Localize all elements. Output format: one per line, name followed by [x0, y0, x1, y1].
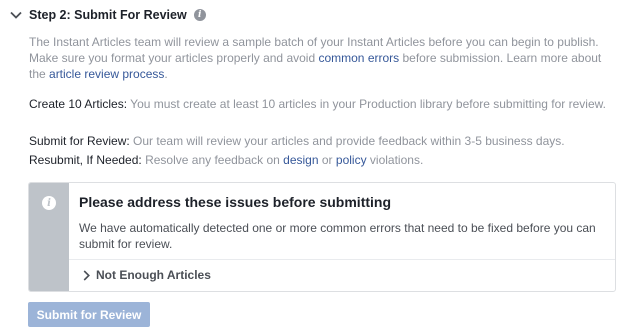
issues-alert: i Please address these issues before sub… [28, 182, 616, 292]
issue-label: Not Enough Articles [96, 268, 211, 282]
issue-not-enough-articles[interactable]: Not Enough Articles [81, 268, 211, 282]
divider [69, 259, 615, 260]
chevron-right-icon [81, 268, 91, 282]
submit-for-review-step: Step 2: Submit For Review i The Instant … [0, 0, 626, 336]
alert-title: Please address these issues before submi… [79, 194, 392, 210]
info-icon[interactable]: i [193, 9, 206, 21]
requirement-description-3: violations. [366, 153, 424, 167]
common-errors-link[interactable]: common errors [318, 51, 399, 65]
intro-paragraph: The Instant Articles team will review a … [29, 34, 619, 82]
alert-text: We have automatically detected one or mo… [79, 221, 596, 251]
submit-for-review-button[interactable]: Submit for Review [28, 302, 150, 327]
requirement-description-1: Resolve any feedback on [145, 153, 284, 167]
step-header[interactable]: Step 2: Submit For Review i [8, 4, 206, 26]
intro-text-3: . [164, 67, 168, 81]
requirement-term: Submit for Review: [29, 134, 130, 148]
requirement-resubmit: Resubmit, If Needed: Resolve any feedbac… [29, 152, 614, 168]
requirement-term: Resubmit, If Needed: [29, 153, 142, 167]
requirement-create-articles: Create 10 Articles: You must create at l… [29, 96, 614, 112]
alert-rail: i [29, 183, 69, 291]
step-title: Step 2: Submit For Review [29, 8, 187, 22]
chevron-down-icon[interactable] [8, 7, 24, 23]
requirement-description-2: or [318, 153, 336, 167]
article-review-process-link[interactable]: article review process [49, 67, 164, 81]
alert-body: Please address these issues before submi… [69, 183, 615, 291]
policy-link[interactable]: policy [336, 153, 367, 167]
requirement-description: Our team will review your articles and p… [133, 134, 565, 148]
info-icon: i [42, 196, 56, 210]
requirement-submit-review: Submit for Review: Our team will review … [29, 133, 614, 149]
requirement-description: You must create at least 10 articles in … [130, 97, 606, 111]
design-link[interactable]: design [283, 153, 318, 167]
requirement-term: Create 10 Articles: [29, 97, 128, 111]
